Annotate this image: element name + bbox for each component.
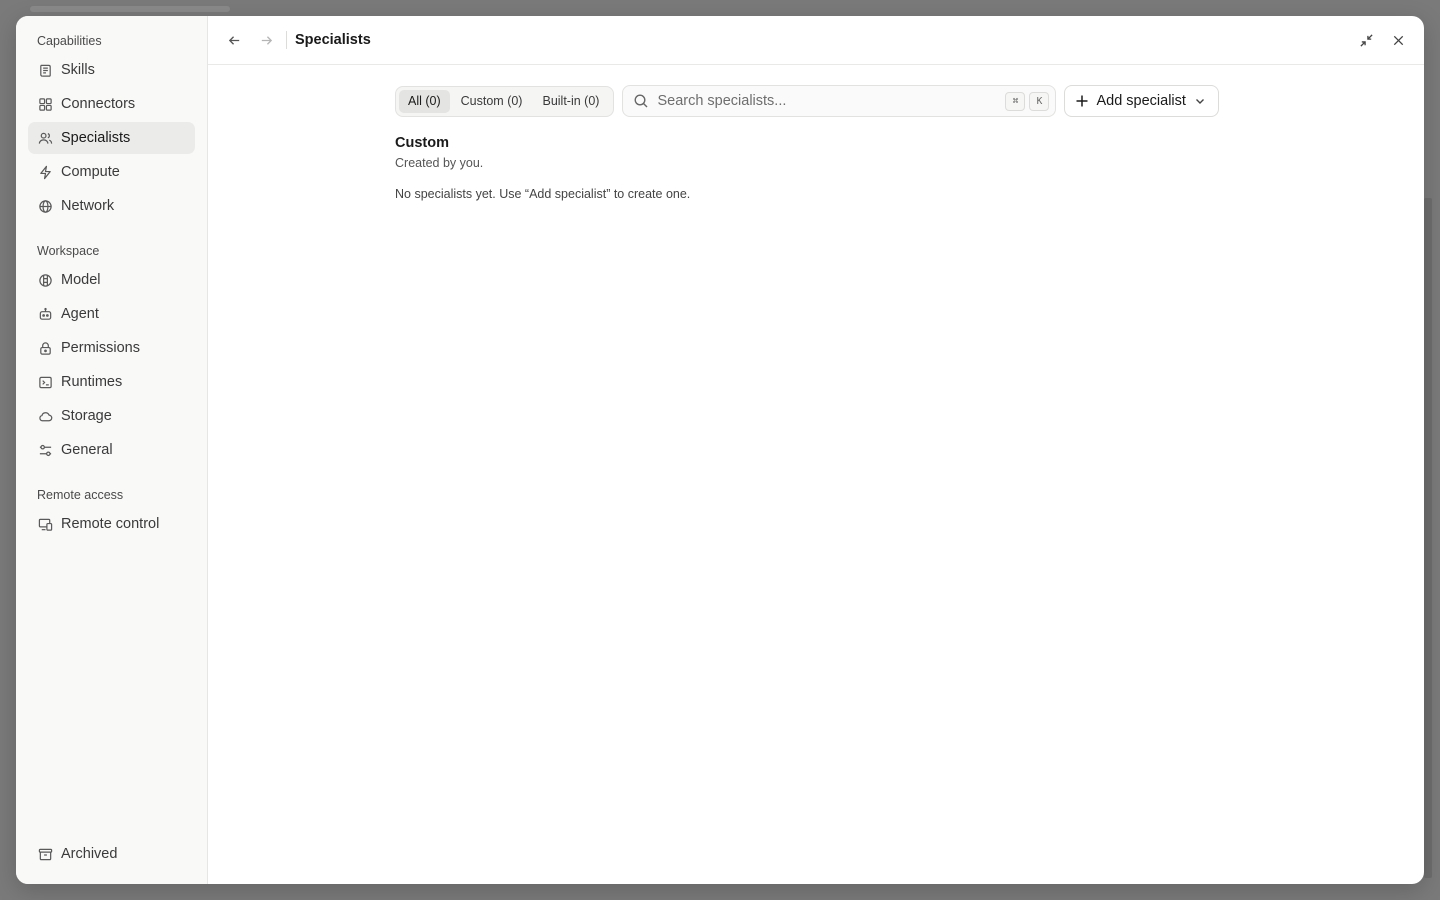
section-label-workspace: Workspace bbox=[37, 244, 100, 258]
forward-button[interactable] bbox=[250, 24, 282, 56]
shortcut-key-cmd: ⌘ bbox=[1005, 91, 1026, 111]
add-specialist-button[interactable]: Add specialist bbox=[1064, 85, 1220, 117]
tab-all[interactable]: All (0) bbox=[399, 89, 450, 113]
sidebar-item-model[interactable]: Model bbox=[28, 264, 195, 296]
sidebar-item-archived[interactable]: Archived bbox=[28, 838, 195, 870]
terminal-icon bbox=[37, 374, 53, 390]
sliders-icon bbox=[37, 442, 53, 458]
empty-state-message: No specialists yet. Use “Add specialist”… bbox=[395, 187, 691, 201]
sidebar-item-permissions[interactable]: Permissions bbox=[28, 332, 195, 364]
lock-icon bbox=[37, 340, 53, 356]
model-icon bbox=[37, 272, 53, 288]
collapse-button[interactable] bbox=[1350, 24, 1382, 56]
topbar: Specialists bbox=[208, 16, 1424, 65]
search-input[interactable] bbox=[657, 93, 1002, 109]
sidebar-item-label: Runtimes bbox=[61, 374, 123, 390]
sidebar-item-agent[interactable]: Agent bbox=[28, 298, 195, 330]
sidebar-item-connectors[interactable]: Connectors bbox=[28, 88, 195, 120]
plus-icon bbox=[1075, 94, 1089, 108]
sidebar-item-specialists[interactable]: Specialists bbox=[28, 122, 195, 154]
sidebar: Capabilities Skills Connectors Specialis… bbox=[16, 16, 208, 884]
sidebar-item-label: Specialists bbox=[61, 130, 131, 146]
topbar-divider bbox=[286, 31, 287, 49]
sidebar-item-runtimes[interactable]: Runtimes bbox=[28, 366, 195, 398]
sidebar-item-general[interactable]: General bbox=[28, 434, 195, 466]
arrow-left-icon bbox=[228, 35, 239, 45]
section-label-remote-access: Remote access bbox=[37, 488, 124, 502]
lightning-icon bbox=[37, 164, 53, 180]
close-button[interactable] bbox=[1382, 24, 1414, 56]
sidebar-item-label: Connectors bbox=[61, 96, 136, 112]
sidebar-item-label: Skills bbox=[61, 62, 95, 78]
sidebar-item-label: Storage bbox=[61, 408, 112, 424]
window-controls bbox=[1350, 24, 1414, 56]
filter-tabs: All (0) Custom (0) Built-in (0) bbox=[395, 85, 615, 117]
search-icon bbox=[633, 93, 649, 109]
sidebar-item-label: Network bbox=[61, 198, 115, 214]
section-label-capabilities: Capabilities bbox=[37, 34, 102, 48]
sidebar-item-storage[interactable]: Storage bbox=[28, 400, 195, 432]
remote-control-icon bbox=[37, 516, 53, 532]
sidebar-item-network[interactable]: Network bbox=[28, 190, 195, 222]
cloud-icon bbox=[37, 408, 53, 424]
sidebar-item-compute[interactable]: Compute bbox=[28, 156, 195, 188]
sidebar-item-label: Agent bbox=[61, 306, 99, 322]
connectors-icon bbox=[37, 96, 53, 112]
tab-custom[interactable]: Custom (0) bbox=[452, 90, 532, 113]
tab-built-in[interactable]: Built-in (0) bbox=[533, 90, 608, 113]
content-area: All (0) Custom (0) Built-in (0) ⌘ K bbox=[208, 65, 1424, 884]
shortcut-key-k: K bbox=[1029, 91, 1050, 111]
robot-icon bbox=[37, 306, 53, 322]
toolbar: All (0) Custom (0) Built-in (0) ⌘ K bbox=[395, 85, 1220, 117]
group-subtitle: Created by you. bbox=[395, 156, 484, 170]
sidebar-footer: Archived bbox=[16, 838, 207, 872]
settings-window: Capabilities Skills Connectors Specialis… bbox=[16, 16, 1424, 884]
sidebar-item-label: Compute bbox=[61, 164, 120, 180]
sidebar-item-label: Archived bbox=[61, 846, 118, 862]
skills-icon bbox=[37, 62, 53, 78]
add-specialist-label: Add specialist bbox=[1096, 93, 1186, 109]
arrow-right-icon bbox=[261, 35, 272, 45]
background-window-edge bbox=[30, 6, 230, 12]
globe-icon bbox=[37, 198, 53, 214]
sidebar-item-label: Model bbox=[61, 272, 101, 288]
main-panel: Specialists All (0) Custom (0) Built-in … bbox=[208, 16, 1424, 884]
sidebar-item-skills[interactable]: Skills bbox=[28, 54, 195, 86]
chevron-down-icon bbox=[1194, 95, 1206, 107]
collapse-icon bbox=[1359, 33, 1373, 47]
sidebar-item-label: Remote control bbox=[61, 516, 160, 532]
background-scrollbar bbox=[1424, 198, 1432, 878]
users-icon bbox=[37, 130, 53, 146]
group-title: Custom bbox=[395, 135, 449, 151]
search-box: ⌘ K bbox=[622, 85, 1057, 117]
close-icon bbox=[1393, 35, 1403, 45]
sidebar-item-label: General bbox=[61, 442, 113, 458]
archive-icon bbox=[37, 846, 53, 862]
sidebar-item-label: Permissions bbox=[61, 340, 140, 356]
page-title: Specialists bbox=[295, 32, 371, 48]
sidebar-item-remote-control[interactable]: Remote control bbox=[28, 508, 195, 540]
back-button[interactable] bbox=[218, 24, 250, 56]
